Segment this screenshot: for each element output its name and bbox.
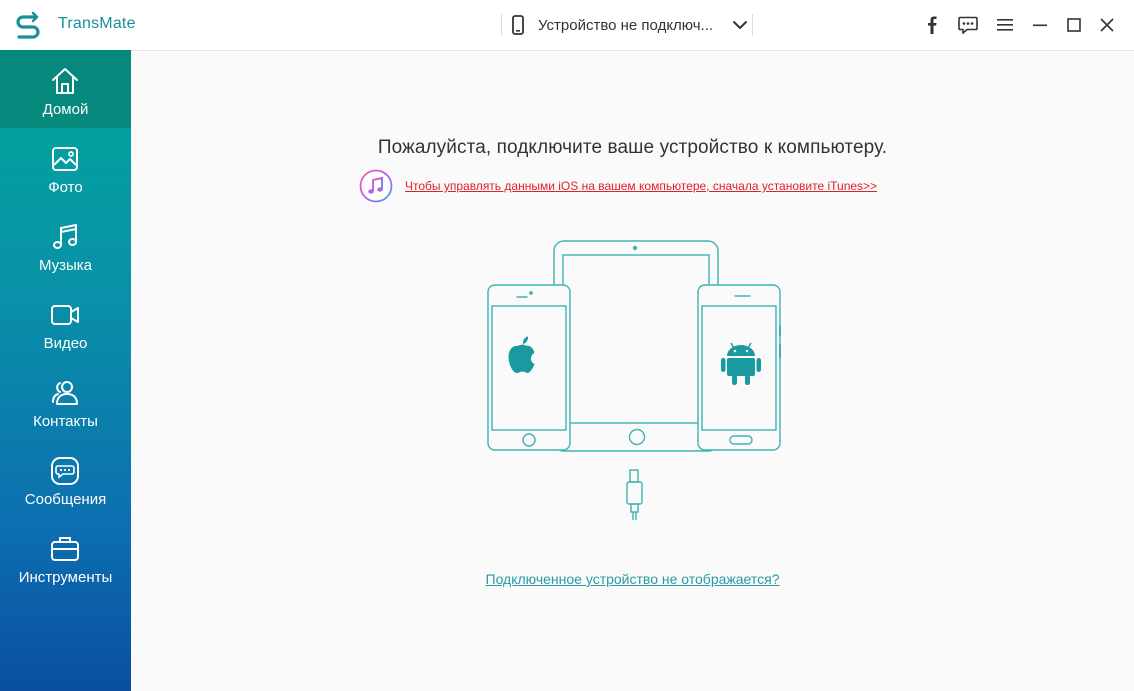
toolbox-icon bbox=[51, 537, 79, 561]
title-bar: TransMate Устройство не подключ... bbox=[0, 0, 1134, 51]
sidebar-item-video[interactable]: Видео bbox=[0, 284, 131, 362]
sidebar-item-label: Сообщения bbox=[24, 491, 107, 508]
sidebar-item-contacts[interactable]: Контакты bbox=[0, 362, 131, 440]
menu-button[interactable] bbox=[993, 13, 1017, 37]
itunes-prompt: Чтобы управлять данными iOS на вашем ком… bbox=[359, 168, 877, 204]
device-selector-label: Устройство не подключ... bbox=[538, 16, 714, 34]
messages-icon bbox=[51, 457, 79, 485]
hamburger-menu-icon bbox=[997, 19, 1013, 31]
sidebar-item-music[interactable]: Музыка bbox=[0, 206, 131, 284]
feedback-button[interactable] bbox=[956, 13, 980, 37]
minimize-button[interactable] bbox=[1028, 13, 1052, 37]
close-button[interactable] bbox=[1095, 13, 1119, 37]
tablet-outline bbox=[553, 240, 719, 452]
sidebar-item-label: Видео bbox=[43, 335, 88, 352]
install-itunes-link[interactable]: Чтобы управлять данными iOS на вашем ком… bbox=[405, 179, 877, 193]
device-selector[interactable]: Устройство не подключ... bbox=[512, 12, 748, 38]
photo-icon bbox=[52, 147, 78, 171]
device-not-shown-link[interactable]: Подключенное устройство не отображается? bbox=[131, 571, 1134, 587]
sidebar-item-tools[interactable]: Инструменты bbox=[0, 518, 131, 596]
device-separator-left bbox=[501, 14, 502, 36]
sidebar: Домой Фото Музыка Видео Контакты Сообщен… bbox=[0, 50, 131, 691]
sidebar-item-label: Домой bbox=[42, 101, 89, 118]
itunes-icon bbox=[359, 169, 393, 203]
chat-icon bbox=[958, 16, 978, 34]
app-title: TransMate bbox=[58, 15, 136, 32]
transmate-logo-icon bbox=[16, 11, 40, 39]
cable-connector bbox=[629, 469, 639, 483]
music-icon bbox=[53, 224, 77, 249]
device-separator-right bbox=[752, 14, 753, 36]
sidebar-item-label: Фото bbox=[48, 179, 83, 196]
phone-icon bbox=[512, 15, 524, 35]
sidebar-item-label: Музыка bbox=[38, 257, 93, 274]
chevron-down-icon[interactable] bbox=[732, 18, 748, 32]
maximize-button[interactable] bbox=[1062, 13, 1086, 37]
sidebar-item-messages[interactable]: Сообщения bbox=[0, 440, 131, 518]
sidebar-item-label: Инструменты bbox=[18, 569, 113, 586]
sidebar-item-label: Контакты bbox=[33, 413, 98, 430]
home-icon bbox=[52, 68, 78, 94]
video-icon bbox=[51, 305, 79, 325]
close-icon bbox=[1100, 18, 1114, 32]
main-content: Пожалуйста, подключите ваше устройство к… bbox=[131, 51, 1134, 691]
minimize-icon bbox=[1033, 24, 1047, 27]
devices-illustration bbox=[487, 240, 781, 520]
maximize-icon bbox=[1067, 18, 1081, 32]
facebook-button[interactable] bbox=[920, 13, 944, 37]
facebook-icon bbox=[928, 16, 937, 34]
contacts-icon bbox=[52, 381, 78, 405]
connect-device-title: Пожалуйста, подключите ваше устройство к… bbox=[377, 137, 888, 158]
sidebar-item-home[interactable]: Домой bbox=[0, 50, 131, 128]
sidebar-item-photo[interactable]: Фото bbox=[0, 128, 131, 206]
